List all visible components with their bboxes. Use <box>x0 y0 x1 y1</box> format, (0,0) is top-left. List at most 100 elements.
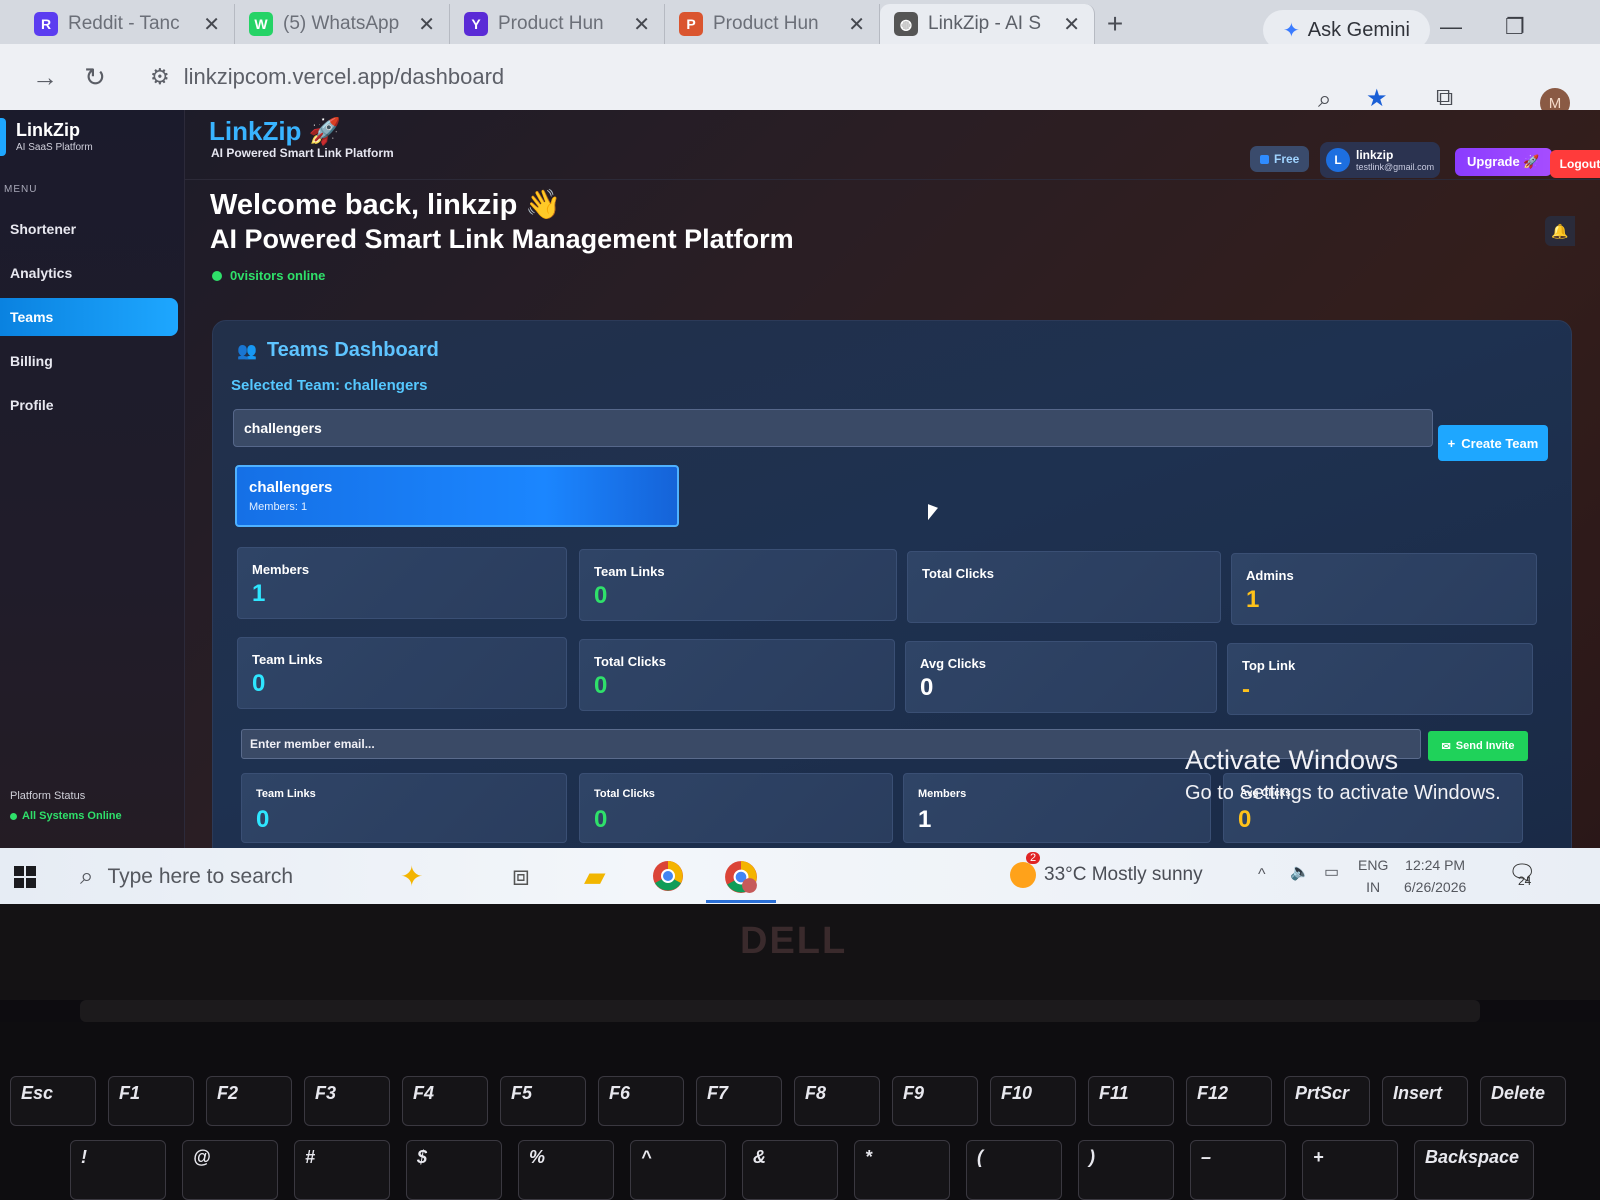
status-dot-icon <box>10 812 17 820</box>
tab-title: Product Hun <box>713 13 819 34</box>
stat-card: Total Clicks <box>907 551 1221 623</box>
app-header: LinkZip 🚀 AI Powered Smart Link Platform… <box>185 110 1600 180</box>
weather-widget[interactable]: 2 33°C Mostly sunny <box>1010 852 1203 888</box>
browser-tab[interactable]: W (5) WhatsApp ✕ <box>235 4 450 44</box>
stat-card: Avg Clicks 0 <box>905 641 1217 713</box>
user-avatar: L <box>1326 148 1350 172</box>
search-icon: ⌕ <box>80 863 94 890</box>
sidebar-item-billing[interactable]: Billing <box>0 342 178 380</box>
ask-gemini-label: Ask Gemini <box>1307 18 1410 41</box>
key: F8 <box>794 1076 880 1126</box>
browser-tab[interactable]: R Reddit - Tanc ✕ <box>20 4 235 44</box>
team-card-name: challengers <box>249 479 333 496</box>
upgrade-button[interactable]: Upgrade 🚀 <box>1455 148 1552 176</box>
brand-title: LinkZip <box>16 120 80 140</box>
close-tab-icon[interactable]: ✕ <box>633 12 650 37</box>
stat-card: Total Clicks 0 <box>579 639 895 711</box>
browser-tab[interactable]: Y Product Hun ✕ <box>450 4 665 44</box>
laptop-hinge <box>80 1000 1480 1022</box>
forward-icon[interactable]: → <box>20 62 70 93</box>
team-card-members: Members: 1 <box>249 501 308 513</box>
task-view-icon[interactable]: ⧈ <box>512 860 530 893</box>
tray-chevron-icon[interactable]: ^ <box>1258 864 1266 886</box>
send-invite-button[interactable]: ✉ Send Invite <box>1428 731 1528 761</box>
chrome-profile-icon[interactable] <box>724 860 758 901</box>
browser-tab[interactable]: P Product Hun ✕ <box>665 4 880 44</box>
new-tab-icon[interactable]: + <box>1095 4 1135 44</box>
tab-title: LinkZip - AI S <box>928 13 1041 34</box>
extensions-icon[interactable]: ⧉ <box>1436 84 1453 112</box>
site-settings-icon[interactable]: ⚙ <box>150 64 170 90</box>
notification-center-icon[interactable]: 🗨 24 <box>1508 860 1536 888</box>
stat-card: Team Links 0 <box>579 549 897 621</box>
language-indicator[interactable]: ENG IN <box>1358 854 1388 898</box>
platform-status-value: All Systems Online <box>10 810 122 822</box>
sidebar-item-shortener[interactable]: Shortener <box>0 210 178 248</box>
key: ( <box>966 1140 1062 1200</box>
key: Esc <box>10 1076 96 1126</box>
windows-start-icon[interactable] <box>14 866 36 888</box>
welcome-heading: Welcome back, linkzip 👋 <box>210 189 562 221</box>
file-explorer-icon[interactable]: ▰ <box>584 860 606 893</box>
key: $ <box>406 1140 502 1200</box>
key: Backspace <box>1414 1140 1534 1200</box>
volume-icon[interactable]: 🔈 <box>1290 862 1310 884</box>
user-chip[interactable]: L linkzip testlink@gmail.com <box>1320 142 1440 178</box>
close-tab-icon[interactable]: ✕ <box>203 12 220 37</box>
address-bar[interactable]: ⚙ linkzipcom.vercel.app/dashboard <box>140 54 1380 100</box>
active-app-indicator <box>706 900 776 903</box>
close-tab-icon[interactable]: ✕ <box>1063 12 1080 37</box>
mail-icon: ✉ <box>1441 740 1451 753</box>
key: * <box>854 1140 950 1200</box>
logout-button[interactable]: Logout <box>1550 150 1600 178</box>
copilot-sparkle-icon[interactable]: ✦ <box>400 860 423 893</box>
key: Delete <box>1480 1076 1566 1126</box>
key: # <box>294 1140 390 1200</box>
team-card-challengers[interactable]: challengers Members: 1 <box>235 465 679 527</box>
plus-icon: + <box>1447 435 1456 451</box>
key: F10 <box>990 1076 1076 1126</box>
create-team-button[interactable]: + Create Team <box>1438 425 1548 461</box>
browser-toolbar: → ↻ ⚙ linkzipcom.vercel.app/dashboard <box>0 44 1600 110</box>
reload-icon[interactable]: ↻ <box>70 62 120 93</box>
stat-card: Top Link - <box>1227 643 1533 715</box>
close-tab-icon[interactable]: ✕ <box>848 12 865 37</box>
sidebar-item-profile[interactable]: Profile <box>0 386 178 424</box>
key: @ <box>182 1140 278 1200</box>
key: F2 <box>206 1076 292 1126</box>
weather-badge: 2 <box>1026 852 1041 864</box>
plan-badge: Free <box>1250 146 1310 172</box>
app-title: LinkZip 🚀 <box>209 116 342 146</box>
sidebar-item-teams[interactable]: Teams <box>0 298 178 336</box>
key: F6 <box>598 1076 684 1126</box>
key: PrtScr <box>1284 1076 1370 1126</box>
stat-card: Total Clicks 0 <box>579 773 893 843</box>
minimize-icon[interactable]: — <box>1440 14 1462 40</box>
team-name-input[interactable] <box>233 409 1433 447</box>
stat-card: Team Links 0 <box>241 773 567 843</box>
chrome-icon[interactable] <box>652 860 684 899</box>
visitors-online: 0visitors online <box>212 268 325 283</box>
battery-icon[interactable]: ▭ <box>1324 862 1339 884</box>
clock[interactable]: 12:24 PM 6/26/2026 <box>1404 854 1466 898</box>
teams-title: 👥 Teams Dashboard <box>237 339 439 361</box>
stat-card: Members 1 <box>903 773 1211 843</box>
activate-windows-title: Activate Windows <box>1185 745 1399 775</box>
key: – <box>1190 1140 1286 1200</box>
key: ) <box>1078 1140 1174 1200</box>
sidebar: LinkZip AI SaaS Platform MENU Shortener … <box>0 110 185 865</box>
key: F1 <box>108 1076 194 1126</box>
notification-bell-icon[interactable]: 🔔 <box>1545 216 1575 246</box>
key: ! <box>70 1140 166 1200</box>
browser-tab[interactable]: ◍ LinkZip - AI S ✕ <box>880 4 1095 44</box>
sidebar-item-analytics[interactable]: Analytics <box>0 254 178 292</box>
bookmark-star-icon[interactable]: ★ <box>1366 84 1388 113</box>
search-placeholder: Type here to search <box>107 865 294 888</box>
taskbar: ⌕ Type here to search ✦ ⧈ ▰ 2 33°C Mostl… <box>0 848 1600 904</box>
stat-card: Team Links 0 <box>237 637 567 709</box>
gemini-sparkle-icon: ✦ <box>1282 19 1300 42</box>
url-text: linkzipcom.vercel.app/dashboard <box>183 64 505 89</box>
close-tab-icon[interactable]: ✕ <box>418 12 435 37</box>
user-email: testlink@gmail.com <box>1356 162 1435 172</box>
restore-icon[interactable]: ❐ <box>1505 14 1525 40</box>
